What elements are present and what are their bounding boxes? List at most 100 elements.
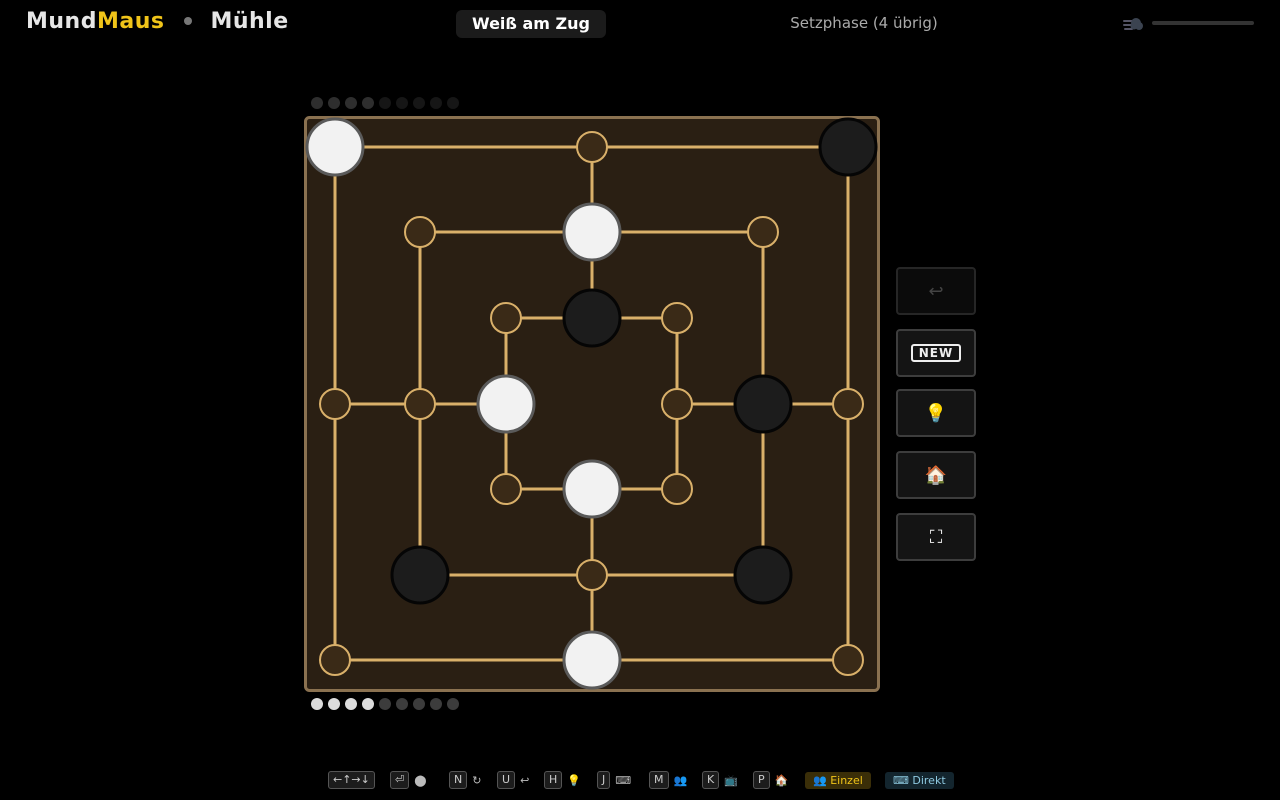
board-point-c3[interactable] (490, 302, 522, 334)
board-point-d7[interactable] (562, 630, 622, 690)
board-point-b2[interactable] (404, 216, 436, 248)
new-game-button[interactable]: NEW (896, 329, 976, 377)
board-point-a7[interactable] (319, 644, 351, 676)
board-point-e4[interactable] (661, 388, 693, 420)
white-piece (305, 117, 365, 177)
board-point-f4[interactable] (733, 374, 793, 434)
fullscreen-icon: ⛶ (929, 526, 943, 548)
key-action-label: ⌨ (615, 773, 632, 787)
speed-slider[interactable] (1152, 21, 1254, 25)
empty-point (661, 473, 693, 505)
board-point-d3[interactable] (562, 288, 622, 348)
empty-point (404, 388, 436, 420)
key-cap: H (544, 771, 563, 789)
black-reserve-dot (362, 97, 374, 109)
board-point-d1[interactable] (576, 131, 608, 163)
empty-point (576, 131, 608, 163)
key-cap: P (753, 771, 770, 789)
black-reserve-dot (345, 97, 357, 109)
black-reserve-dot (447, 97, 459, 109)
white-piece (562, 202, 622, 262)
board-point-c4[interactable] (476, 374, 536, 434)
brand-separator-dot (184, 17, 193, 25)
wind-icon (1123, 18, 1143, 30)
board-point-g7[interactable] (832, 644, 864, 676)
fullscreen-button[interactable]: ⛶ (896, 513, 976, 561)
keyboard-hint: N ↻ (449, 770, 481, 790)
board-point-d6[interactable] (576, 559, 608, 591)
black-piece (390, 545, 450, 605)
black-reserve-dot (430, 97, 442, 109)
black-reserve-dot (379, 97, 391, 109)
white-reserve-dot (379, 698, 391, 710)
white-reserve-dot (345, 698, 357, 710)
white-reserve-dot (396, 698, 408, 710)
board-point-f6[interactable] (733, 545, 793, 605)
brand-mund: Mund (26, 9, 97, 34)
home-button[interactable]: 🏠 (896, 451, 976, 499)
key-action-label: 💡 (567, 773, 581, 787)
empty-point (319, 644, 351, 676)
empty-point (404, 216, 436, 248)
board-point-d5[interactable] (562, 459, 622, 519)
key-cap: U (497, 771, 516, 789)
white-reserve-dot (413, 698, 425, 710)
board-point-e3[interactable] (661, 302, 693, 334)
empty-point (832, 644, 864, 676)
empty-point (832, 388, 864, 420)
key-cap: N (449, 771, 468, 789)
board-point-f2[interactable] (747, 216, 779, 248)
top-bar: MundMaus Mühle Weiß am Zug Setzphase (4 ü… (0, 0, 1280, 48)
white-reserve-dot (362, 698, 374, 710)
key-action-label: 👥 (673, 773, 688, 787)
keyboard-hints-bar: 👥 Einzel ⌨ Direkt ←↑→↓ ⏎ ⬤ N ↻ U ↩ H 💡 J ⌨ M 👥 K 📺 P 🏠 (0, 770, 1280, 792)
key-action-label: ↻ (472, 773, 482, 787)
black-piece (733, 545, 793, 605)
board-point-b6[interactable] (390, 545, 450, 605)
black-reserve-dot (413, 97, 425, 109)
white-piece (562, 630, 622, 690)
lightbulb-icon: 💡 (924, 402, 948, 424)
black-reserve-dot (311, 97, 323, 109)
player-mode-label: 👥 Einzel (805, 771, 871, 789)
keyboard-hint: M 👥 (649, 770, 687, 790)
input-mode-label: ⌨ Direkt (885, 771, 954, 789)
keyboard-hint: K 📺 (702, 770, 738, 790)
hint-button[interactable]: 💡 (896, 389, 976, 437)
key-action-label: 📺 (724, 773, 738, 787)
black-reserve-indicator (311, 97, 459, 109)
key-action-label: ↩ (520, 773, 530, 787)
home-icon: 🏠 (924, 464, 948, 486)
key-action-label: ⬤ (414, 773, 427, 787)
empty-point (747, 216, 779, 248)
board-svg (304, 116, 880, 692)
player-mode-tag[interactable]: 👥 Einzel (805, 770, 871, 790)
key-cap: ←↑→↓ (328, 771, 375, 789)
white-piece (476, 374, 536, 434)
turn-indicator: Weiß am Zug (456, 10, 606, 38)
board-point-a4[interactable] (319, 388, 351, 420)
board-point-c5[interactable] (490, 473, 522, 505)
keyboard-hint: P 🏠 (753, 770, 788, 790)
board-point-g1[interactable] (818, 117, 878, 177)
white-reserve-dot (447, 698, 459, 710)
empty-point (319, 388, 351, 420)
board-point-b4[interactable] (404, 388, 436, 420)
app-brand: MundMaus Mühle (26, 9, 289, 34)
input-mode-tag[interactable]: ⌨ Direkt (885, 770, 954, 790)
keyboard-hint: J ⌨ (597, 770, 631, 790)
white-reserve-dot (430, 698, 442, 710)
board-point-d2[interactable] (562, 202, 622, 262)
undo-button[interactable]: ↩ (896, 267, 976, 315)
phase-status: Setzphase (4 übrig) (790, 14, 938, 32)
board-point-e5[interactable] (661, 473, 693, 505)
key-action-label: 🏠 (774, 773, 789, 787)
board-point-g4[interactable] (832, 388, 864, 420)
keyboard-hint: ⏎ ⬤ (390, 770, 427, 790)
keyboard-hint: H 💡 (544, 770, 581, 790)
empty-point (661, 388, 693, 420)
undo-arrow-icon: ↩ (928, 280, 944, 302)
white-piece (562, 459, 622, 519)
board-point-a1[interactable] (305, 117, 365, 177)
game-title: Mühle (210, 9, 289, 34)
